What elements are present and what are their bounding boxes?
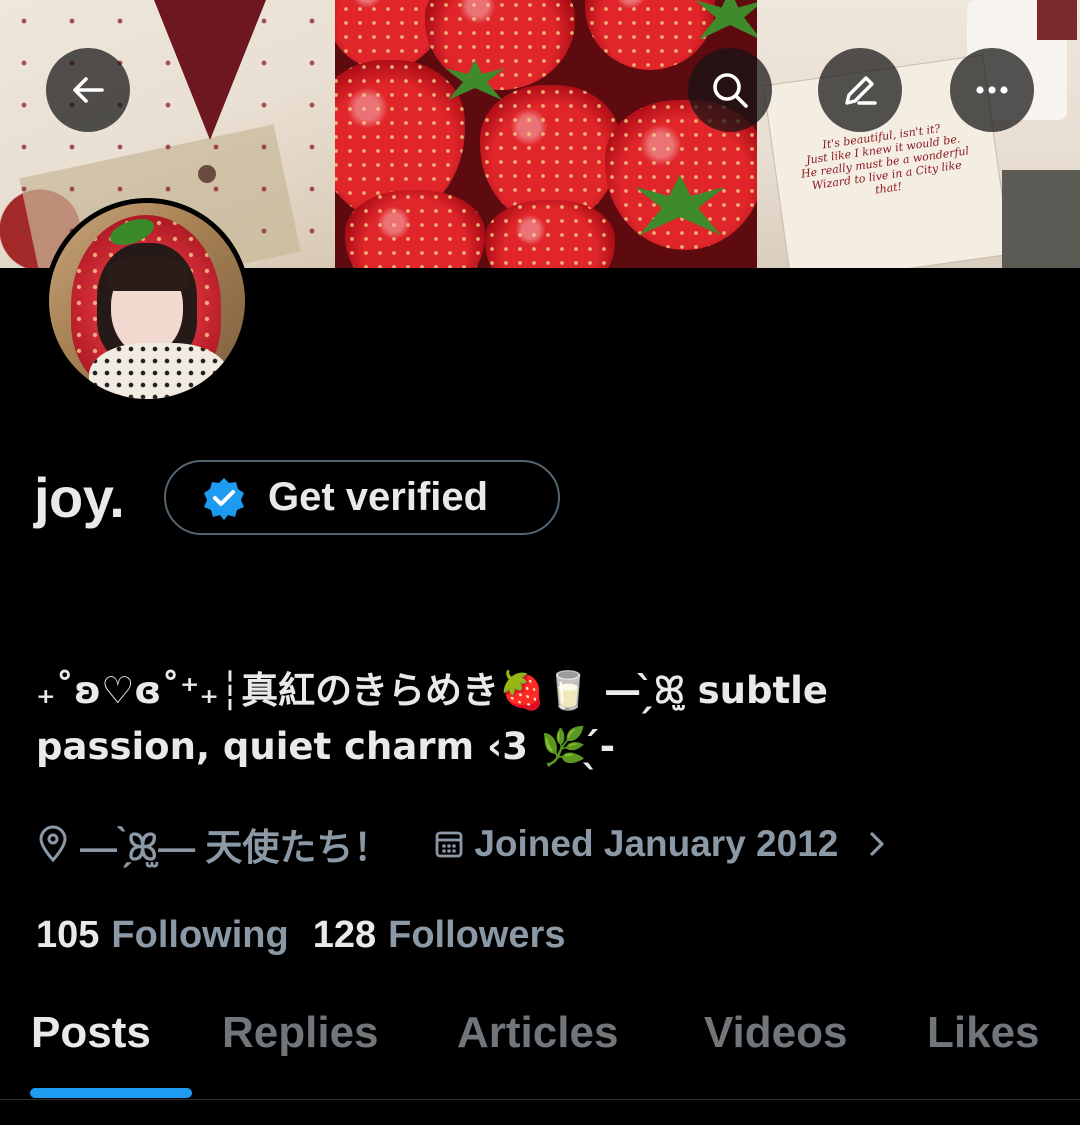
tab-likes[interactable]: Likes <box>927 1008 1040 1058</box>
joined-text: Joined January 2012 <box>474 823 839 864</box>
tab-videos[interactable]: Videos <box>704 1008 847 1058</box>
followers-label: Followers <box>388 914 566 956</box>
get-verified-label: Get verified <box>268 475 489 519</box>
more-horizontal-icon <box>976 86 1008 94</box>
profile-page: It's beautiful, isn't it? Just like I kn… <box>0 0 1080 1125</box>
chevron-right-icon <box>870 832 884 856</box>
calendar-icon <box>435 831 463 858</box>
edit-pencil-icon <box>845 76 877 105</box>
search-icon <box>713 73 748 108</box>
following-link[interactable]: 105 Following <box>36 914 289 957</box>
joined-date[interactable]: Joined January 2012 <box>434 823 888 865</box>
edit-button[interactable] <box>818 48 902 132</box>
followers-count: 128 <box>312 914 377 956</box>
avatar[interactable] <box>44 198 250 404</box>
tab-replies[interactable]: Replies <box>222 1008 379 1058</box>
back-button[interactable] <box>46 48 130 132</box>
location-text: — ̗̀ꕤ̫— 天使たち！ <box>80 827 391 868</box>
banner-photo-book: It's beautiful, isn't it? Just like I kn… <box>757 0 1080 268</box>
active-tab-indicator <box>30 1088 192 1098</box>
follow-counts: 105 Following 128 Followers <box>36 914 565 957</box>
banner-photo-strawberries <box>335 0 757 268</box>
following-count: 105 <box>36 914 100 956</box>
followers-link[interactable]: 128 Followers <box>313 914 566 957</box>
bio-line-2: passion, quiet charm ‹3 🌿 ̖́- <box>36 725 616 768</box>
back-arrow-icon <box>73 77 104 103</box>
avatar-photo <box>49 203 245 399</box>
display-name: joy. <box>34 466 125 529</box>
tab-articles[interactable]: Articles <box>457 1008 618 1058</box>
bio-line-1: ₊˚ʚ♡ɞ˚⁺₊┆真紅のきらめき🍓🥛 — ̗̀ꕤ̫ subtle <box>36 669 828 712</box>
search-button[interactable] <box>688 48 772 132</box>
profile-meta: — ̗̀ꕤ̫— 天使たち！ Joined January 2012 <box>36 816 888 872</box>
more-button[interactable] <box>950 48 1034 132</box>
profile-tabs: Posts Replies Articles Videos Likes <box>0 1000 1080 1100</box>
profile-bio: ₊˚ʚ♡ɞ˚⁺₊┆真紅のきらめき🍓🥛 — ̗̀ꕤ̫ subtle passion… <box>36 663 1056 775</box>
tab-posts[interactable]: Posts <box>31 1008 151 1058</box>
following-label: Following <box>111 914 289 956</box>
location-pin-icon <box>39 825 67 863</box>
verified-badge-icon <box>204 477 244 520</box>
get-verified-button[interactable]: Get verified <box>164 460 560 535</box>
location: — ̗̀ꕤ̫— 天使たち！ <box>36 817 390 871</box>
